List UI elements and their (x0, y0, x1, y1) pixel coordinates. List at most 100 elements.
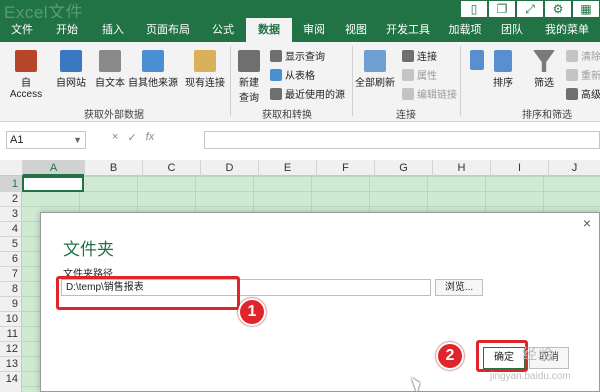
column-header[interactable]: E (258, 160, 316, 176)
browse-button[interactable]: 浏览... (435, 279, 483, 296)
ribbon-separator (230, 46, 231, 116)
row-header[interactable]: 4 (0, 221, 22, 236)
edit-links-button[interactable]: 编辑链接 (402, 86, 457, 101)
reapply-label: 重新应用 (581, 71, 600, 82)
copy-icon[interactable]: ❐ (488, 0, 516, 18)
name-box[interactable]: A1 ▼ (6, 131, 86, 149)
from-web-button[interactable]: 自网站 (52, 50, 90, 89)
tab-insert[interactable]: 插入 (90, 18, 136, 42)
row-header[interactable]: 7 (0, 266, 22, 281)
from-text-label: 自文本 (95, 78, 125, 89)
web-icon (60, 50, 82, 72)
close-icon[interactable]: × (583, 215, 591, 231)
row-header[interactable]: 1 (0, 176, 22, 191)
clear-button[interactable]: 清除 (566, 48, 600, 63)
advanced-button[interactable]: 高级 (566, 86, 600, 101)
expand-icon[interactable]: ⤢ (516, 0, 544, 18)
sort-button[interactable]: 排序 (488, 50, 518, 89)
edit-links-icon (402, 87, 414, 100)
filter-button[interactable]: 筛选 (528, 50, 560, 89)
show-queries-button[interactable]: 显示查询 (270, 48, 325, 63)
grid-icon[interactable]: ▦ (572, 0, 600, 18)
new-query-button[interactable]: 新建 查询 (234, 50, 264, 104)
from-other-sources-button[interactable]: 自其他来源 (128, 50, 178, 89)
edit-links-label: 编辑链接 (417, 90, 457, 101)
tab-page-layout[interactable]: 页面布局 (136, 18, 200, 42)
active-cell[interactable] (22, 176, 84, 192)
tab-formulas[interactable]: 公式 (200, 18, 246, 42)
row-header[interactable]: 12 (0, 341, 22, 356)
tab-view[interactable]: 视图 (336, 18, 376, 42)
row-header[interactable]: 11 (0, 326, 22, 341)
connections-label: 连接 (417, 52, 437, 63)
column-header[interactable]: D (200, 160, 258, 176)
sort-az-button[interactable] (464, 50, 490, 72)
tab-file[interactable]: 文件 (0, 18, 44, 42)
row-headers: 1 2 3 4 5 6 7 8 9 10 11 12 13 14 (0, 176, 22, 392)
new-query-icon (238, 50, 260, 72)
formula-input[interactable] (204, 131, 600, 149)
row-header[interactable]: 3 (0, 206, 22, 221)
from-access-label: 自 Access (9, 78, 43, 100)
dialog-title: 文件夹 (63, 240, 114, 259)
column-header[interactable]: G (374, 160, 432, 176)
from-table-button[interactable]: 从表格 (270, 67, 315, 82)
watermark-text: 经验 (522, 346, 555, 363)
name-box-value: A1 (10, 134, 24, 146)
row-header[interactable]: 2 (0, 191, 22, 206)
tab-review[interactable]: 审阅 (292, 18, 336, 42)
from-table-label: 从表格 (285, 71, 315, 82)
advanced-icon (566, 87, 578, 100)
group-connections: 连接 (396, 110, 416, 121)
reapply-button[interactable]: 重新应用 (566, 67, 600, 82)
from-text-button[interactable]: 自文本 (92, 50, 128, 89)
other-sources-icon (142, 50, 164, 72)
cancel-icon[interactable]: × (112, 131, 118, 144)
column-header[interactable]: B (84, 160, 142, 176)
row-header[interactable]: 13 (0, 356, 22, 371)
ribbon-tabs: 文件 开始 插入 页面布局 公式 数据 审阅 视图 开发工具 加载项 团队 我的… (0, 18, 600, 42)
formula-bar: A1 ▼ × ✓ fx (0, 127, 600, 153)
row-header[interactable]: 9 (0, 296, 22, 311)
column-header[interactable]: J (548, 160, 600, 176)
row-header[interactable]: 6 (0, 251, 22, 266)
existing-connections-icon (194, 50, 216, 72)
column-header[interactable]: I (490, 160, 548, 176)
chevron-down-icon[interactable]: ▼ (73, 132, 82, 148)
connections-button[interactable]: 连接 (402, 48, 437, 63)
highlight-path-box (56, 276, 240, 310)
fx-icon[interactable]: fx (146, 131, 155, 144)
tab-my-menu[interactable]: 我的菜单 (534, 18, 600, 42)
highlight-ok-box (476, 340, 528, 372)
tab-developer[interactable]: 开发工具 (376, 18, 440, 42)
properties-button[interactable]: 属性 (402, 67, 437, 82)
existing-connections-button[interactable]: 现有连接 (182, 50, 228, 89)
ribbon: 自 Access 自网站 自文本 自其他来源 现有连接 获取外部数据 新建 查询… (0, 42, 600, 122)
tab-home[interactable]: 开始 (44, 18, 90, 42)
column-header[interactable]: A (22, 160, 84, 176)
row-header[interactable]: 8 (0, 281, 22, 296)
tab-addins[interactable]: 加载项 (440, 18, 490, 42)
column-header[interactable]: C (142, 160, 200, 176)
column-header[interactable]: H (432, 160, 490, 176)
from-access-button[interactable]: 自 Access (4, 50, 48, 100)
tab-data[interactable]: 数据 (246, 18, 292, 42)
step-badge-1: 1 (238, 298, 266, 326)
refresh-all-button[interactable]: 全部刷新 (354, 50, 396, 89)
row-header[interactable]: 14 (0, 371, 22, 386)
settings-icon[interactable]: ⚙ (544, 0, 572, 18)
row-header[interactable]: 5 (0, 236, 22, 251)
filter-label: 筛选 (534, 78, 554, 89)
tab-team[interactable]: 团队 (490, 18, 534, 42)
recent-sources-button[interactable]: 最近使用的源 (270, 86, 345, 101)
phone-icon[interactable]: ▯ (460, 0, 488, 18)
ribbon-separator (352, 46, 353, 116)
confirm-icon[interactable]: ✓ (127, 131, 136, 144)
select-all-corner[interactable] (0, 160, 22, 176)
show-queries-icon (270, 49, 282, 62)
column-headers: A B C D E F G H I J (0, 160, 600, 176)
column-header[interactable]: F (316, 160, 374, 176)
title-bar: Excel文件 ▯ ❐ ⤢ ⚙ ▦ (0, 0, 600, 22)
row-header[interactable]: 10 (0, 311, 22, 326)
table-icon (270, 68, 282, 81)
